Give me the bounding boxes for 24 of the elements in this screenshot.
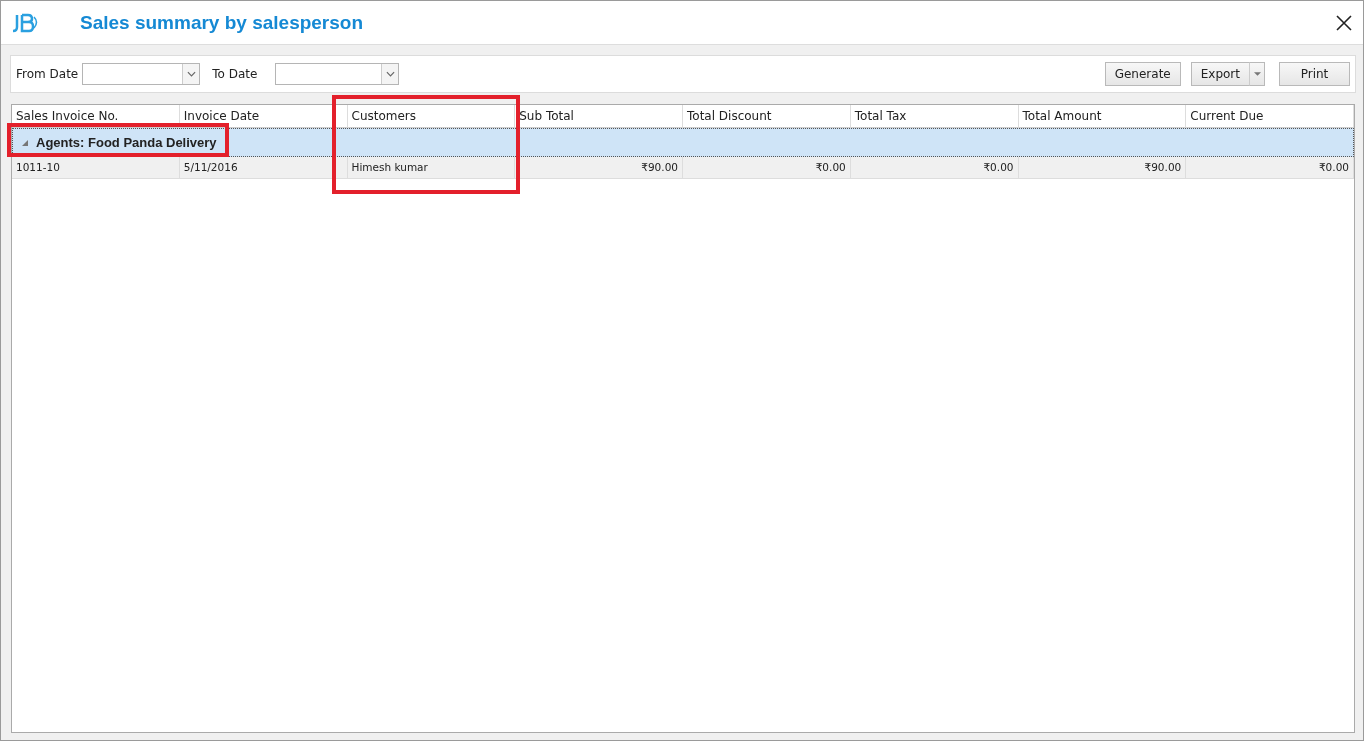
logo-icon — [10, 11, 40, 34]
dropdown-caret-icon[interactable] — [1250, 62, 1265, 86]
export-button[interactable]: Export — [1190, 62, 1250, 86]
dropdown-caret-icon[interactable] — [182, 64, 200, 84]
table-cell: ₹90.00 — [515, 157, 683, 178]
table-cell: 1011-10 — [12, 157, 180, 178]
table-cell: Himesh kumar — [347, 157, 516, 178]
table-cell: 5/11/2016 — [179, 157, 348, 178]
toolbar-button[interactable]: Generate — [1104, 62, 1181, 86]
table-cell: ₹90.00 — [1018, 157, 1187, 178]
toolbar-button[interactable]: Print — [1279, 62, 1350, 86]
date-field[interactable] — [82, 63, 201, 85]
table-cell: ₹0.00 — [1186, 157, 1354, 178]
date-label: To Date — [212, 67, 258, 81]
date-field[interactable] — [275, 63, 400, 85]
table-cell: ₹0.00 — [683, 157, 851, 178]
group-row[interactable]: Agents: Food Panda Delivery — [12, 128, 1354, 157]
collapse-triangle-icon[interactable] — [22, 139, 28, 146]
table-cell: ₹0.00 — [850, 157, 1019, 178]
dropdown-caret-icon[interactable] — [381, 64, 399, 84]
date-label: From Date — [16, 67, 79, 81]
window-title: Sales summary by salesperson — [80, 11, 364, 34]
group-label: Agents: Food Panda Delivery — [36, 135, 217, 150]
close-icon[interactable] — [1336, 14, 1352, 31]
